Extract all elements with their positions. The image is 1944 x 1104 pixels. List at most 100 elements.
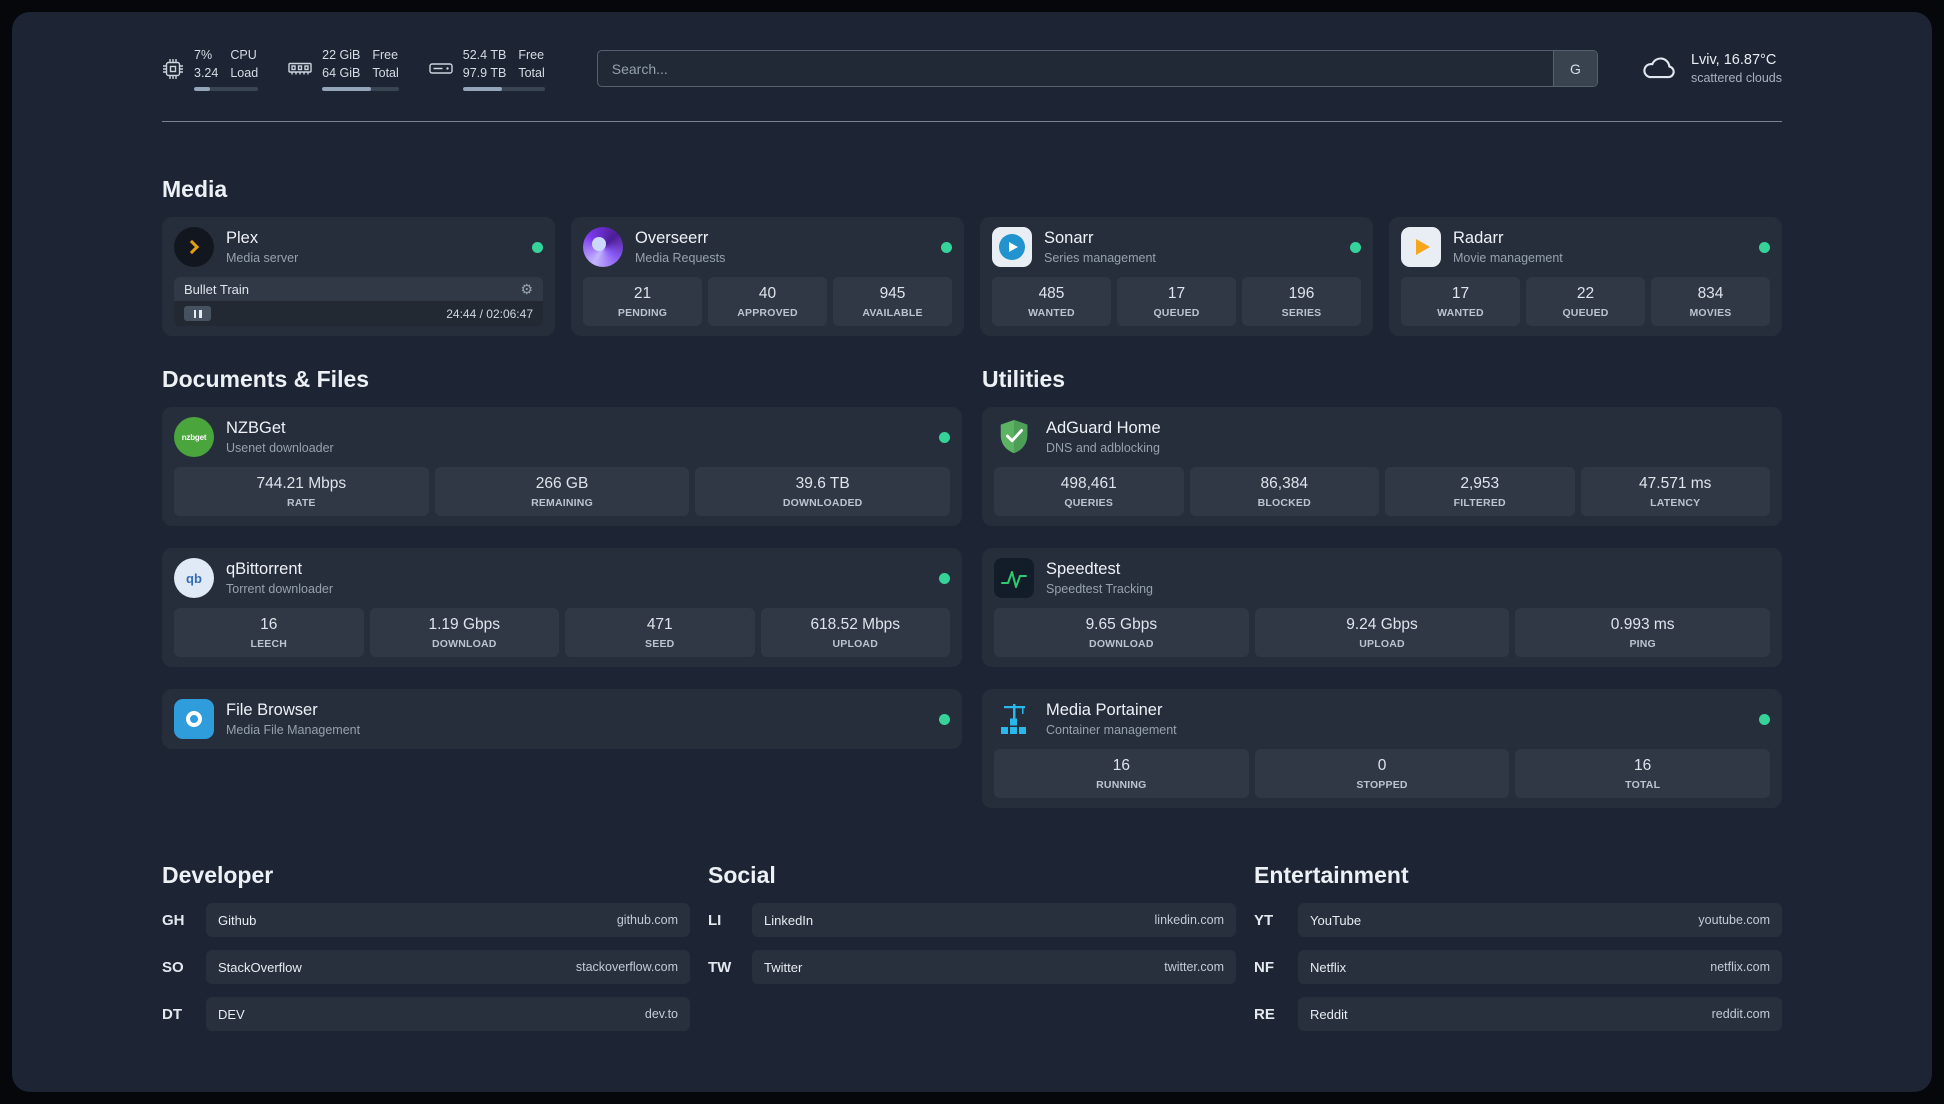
service-name: AdGuard Home — [1046, 419, 1161, 438]
bookmark-group-entertainment: Entertainment YT YouTube youtube.com NF … — [1254, 862, 1782, 1044]
header-divider — [162, 121, 1782, 123]
service-card-plex[interactable]: Plex Media server Bullet Train ⚙ 24:44 /… — [162, 217, 555, 337]
cpu-percent: 7% — [194, 48, 213, 62]
bookmark-abbr: NF — [1254, 958, 1274, 976]
stat-box: 834 MOVIES — [1651, 277, 1770, 327]
service-card-sonarr[interactable]: Sonarr Series management 485 WANTED 17 QUE… — [980, 217, 1373, 337]
search-provider-button[interactable]: G — [1552, 51, 1597, 87]
service-header-adguard[interactable]: AdGuard Home DNS and adblocking — [994, 417, 1770, 457]
service-desc: DNS and adblocking — [1046, 441, 1160, 456]
stat-box: 17 WANTED — [1401, 277, 1520, 327]
service-header-portainer[interactable]: Media Portainer Container management — [994, 699, 1770, 739]
service-stats: 17 WANTED 22 QUEUED 834 MOVIES — [1401, 277, 1770, 327]
bookmark-row: NF Netflix netflix.com — [1254, 950, 1782, 985]
section-media: Media Plex Media server Bullet Train ⚙ 2… — [162, 176, 1782, 337]
service-card-adguard[interactable]: AdGuard Home DNS and adblocking 498,461 Q… — [982, 407, 1782, 527]
bookmark-row: RE Reddit reddit.com — [1254, 997, 1782, 1032]
bookmark-abbr: GH — [162, 911, 185, 929]
bookmark-abbr: SO — [162, 958, 184, 976]
service-text: Radarr Movie management — [1453, 229, 1563, 265]
disk-free-value: 52.4 TB — [462, 48, 507, 62]
service-card-speedtest[interactable]: Speedtest Speedtest Tracking 9.65 Gbps DO… — [982, 548, 1782, 668]
service-name: Sonarr — [1044, 229, 1094, 248]
memory-widget: 22 GiB 64 GiB Free Total — [288, 46, 399, 92]
stat-box: 471 SEED — [565, 608, 755, 658]
weather-widget[interactable]: Lviv, 16.87°C scattered clouds — [1640, 52, 1782, 85]
memory-free-value: 22 GiB — [322, 48, 361, 62]
search-bar: G — [596, 50, 1598, 88]
service-header-plex[interactable]: Plex Media server — [174, 227, 543, 268]
service-header-filebrowser[interactable]: File Browser Media File Management — [174, 699, 950, 740]
portainer-icon — [994, 699, 1034, 739]
stat-box: 16 RUNNING — [994, 749, 1249, 799]
now-playing-title: Bullet Train — [184, 282, 250, 298]
bookmark-row: LI LinkedIn linkedin.com — [708, 903, 1236, 938]
disk-widget: 52.4 TB 97.9 TB Free Total — [429, 46, 545, 92]
service-card-radarr[interactable]: Radarr Movie management 17 WANTED 22 QUEUE… — [1389, 217, 1782, 337]
stat-box: 945 AVAILABLE — [833, 277, 952, 327]
stat-box: 21 PENDING — [583, 277, 702, 327]
memory-total-label: Total — [372, 66, 399, 81]
service-card-filebrowser[interactable]: File Browser Media File Management — [162, 689, 962, 750]
cpu-load-label: Load — [230, 66, 259, 81]
service-header-radarr[interactable]: Radarr Movie management — [1401, 227, 1770, 268]
service-card-portainer[interactable]: Media Portainer Container management 16 R… — [982, 689, 1782, 809]
bookmark-stackoverflow[interactable]: StackOverflow stackoverflow.com — [206, 950, 690, 985]
bookmark-abbr: TW — [708, 958, 732, 976]
service-stats: 21 PENDING 40 APPROVED 945 AVAILABLE — [583, 277, 952, 327]
middle-columns: Documents & Files nzbget NZBGet Usenet d… — [162, 366, 1782, 809]
service-text: qBittorrent Torrent downloader — [226, 560, 333, 596]
service-header-qbittorrent[interactable]: qb qBittorrent Torrent downloader — [174, 558, 950, 599]
status-dot — [532, 241, 543, 253]
service-name: Radarr — [1453, 229, 1504, 248]
memory-free-label: Free — [372, 48, 399, 62]
bookmark-youtube[interactable]: YouTube youtube.com — [1298, 903, 1782, 938]
service-stats: 485 WANTED 17 QUEUED 196 SERIES — [992, 277, 1361, 327]
stat-box: 0 STOPPED — [1254, 749, 1510, 799]
plex-now-playing: Bullet Train ⚙ 24:44 / 02:06:47 — [174, 277, 543, 327]
sonarr-icon — [992, 227, 1032, 268]
cpu-widget: 7% 3.24 CPU Load — [162, 46, 259, 92]
service-header-overseerr[interactable]: Overseerr Media Requests — [583, 227, 952, 268]
gear-icon[interactable]: ⚙ — [520, 281, 533, 298]
section-utilities: Utilities AdGuard Home DNS and adblockin… — [982, 366, 1782, 809]
cpu-values: 7% 3.24 — [194, 46, 218, 82]
service-header-nzbget[interactable]: nzbget NZBGet Usenet downloader — [174, 417, 950, 458]
bookmark-group-social: Social LI LinkedIn linkedin.com TW Twitt… — [708, 862, 1236, 1044]
service-header-speedtest[interactable]: Speedtest Speedtest Tracking — [994, 558, 1770, 599]
search-input[interactable] — [597, 51, 1553, 87]
status-dot — [939, 713, 950, 725]
stat-box: 744.21 Mbps RATE — [174, 467, 429, 517]
section-title-social: Social — [708, 862, 776, 889]
disk-values: 52.4 TB 97.9 TB — [463, 46, 507, 82]
bookmark-linkedin[interactable]: LinkedIn linkedin.com — [752, 903, 1236, 938]
bookmark-twitter[interactable]: Twitter twitter.com — [752, 950, 1236, 985]
service-desc: Movie management — [1453, 251, 1563, 266]
bookmark-reddit[interactable]: Reddit reddit.com — [1298, 997, 1782, 1032]
stat-box: 86,384 BLOCKED — [1189, 467, 1379, 517]
service-desc: Series management — [1044, 251, 1156, 266]
service-name: Speedtest — [1046, 560, 1121, 579]
speedtest-icon — [994, 558, 1034, 599]
pause-icon[interactable] — [184, 306, 211, 322]
dashboard: 7% 3.24 CPU Load 22 GiB 64 GiB Free Tota… — [12, 12, 1932, 1092]
bookmark-netflix[interactable]: Netflix netflix.com — [1298, 950, 1782, 985]
stat-box: 618.52 Mbps UPLOAD — [760, 608, 950, 658]
stat-box: 22 QUEUED — [1526, 277, 1645, 327]
bookmark-github[interactable]: Github github.com — [206, 903, 690, 938]
weather-location-temp: Lviv, 16.87°C — [1690, 52, 1777, 69]
service-card-nzbget[interactable]: nzbget NZBGet Usenet downloader 744.21 M… — [162, 407, 962, 527]
service-name: Overseerr — [635, 229, 709, 248]
service-stats: 744.21 Mbps RATE 266 GB REMAINING 39.6 TB D… — [174, 467, 951, 517]
service-name: NZBGet — [226, 419, 286, 438]
service-card-qbittorrent[interactable]: qb qBittorrent Torrent downloader 16 LEEC… — [162, 548, 962, 668]
service-stats: 16 LEECH 1.19 Gbps DOWNLOAD 471 SEED 618.52… — [174, 608, 950, 658]
service-card-overseerr[interactable]: Overseerr Media Requests 21 PENDING 40 APP… — [571, 217, 964, 337]
service-header-sonarr[interactable]: Sonarr Series management — [992, 227, 1361, 268]
service-text: Sonarr Series management — [1044, 229, 1156, 265]
bookmark-dev[interactable]: DEV dev.to — [206, 997, 690, 1032]
stat-box: 485 WANTED — [992, 277, 1111, 327]
service-desc: Usenet downloader — [226, 441, 334, 456]
stat-box: 16 TOTAL — [1515, 749, 1771, 799]
service-text: Plex Media server — [226, 229, 298, 265]
